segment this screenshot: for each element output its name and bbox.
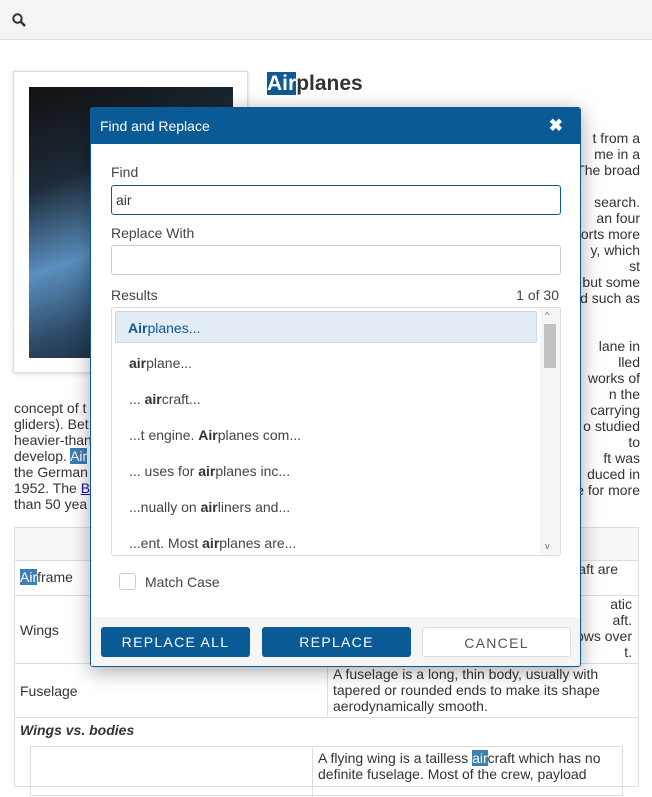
article-text-fragment: lled <box>618 354 640 370</box>
article-text-fragment: search. <box>594 194 640 210</box>
article-text-fragment: o studied <box>583 418 640 434</box>
result-suffix: planes com... <box>217 427 301 443</box>
article-text-fragment: duced in <box>587 466 640 482</box>
line-text: than 50 yea <box>14 496 88 512</box>
scrollbar-thumb[interactable] <box>544 324 556 368</box>
result-suffix: plane... <box>146 355 193 371</box>
article-text-fragment: carrying <box>590 402 640 418</box>
result-prefix: ... <box>129 391 145 407</box>
article-text-fragment: d such as <box>580 290 640 306</box>
result-suffix: liners and... <box>217 499 291 515</box>
results-list: Airplanes... airplane...... aircraft.....… <box>111 307 561 556</box>
article-text-fragment: an four <box>596 210 640 226</box>
result-suffix: planes are... <box>219 535 297 551</box>
article-text-fragment: orts more <box>580 226 640 242</box>
result-match: air <box>144 391 162 407</box>
article-text-fragment: me in a <box>594 146 640 162</box>
article-text-fragment: to <box>628 434 640 450</box>
find-replace-dialog: Find and Replace ✖ Find Replace With Res… <box>90 107 581 667</box>
result-match: Air <box>198 427 218 443</box>
find-label: Find <box>111 164 139 180</box>
article-text-line: concept of t <box>14 400 86 416</box>
article-text-line: heavier-than <box>14 432 92 448</box>
match-case-label[interactable]: Match Case <box>145 574 220 590</box>
result-prefix: ...nually on <box>129 499 201 515</box>
close-icon[interactable]: ✖ <box>549 116 563 136</box>
result-match: Air <box>128 320 148 336</box>
result-item[interactable]: Airplanes... <box>115 311 537 343</box>
result-item[interactable]: ... aircraft... <box>115 381 537 417</box>
scrollbar[interactable]: ^ v <box>540 308 560 555</box>
result-suffix: craft... <box>161 391 201 407</box>
search-icon[interactable] <box>12 13 26 27</box>
article-text-fragment: st <box>629 258 640 274</box>
article-text-fragment: t from a <box>592 130 640 146</box>
result-item[interactable]: airplane... <box>115 345 537 381</box>
result-prefix: ...t engine. <box>129 427 199 443</box>
row-label: Wings <box>20 622 59 638</box>
nested-desc: A flying wing is a tailless aircraft whi… <box>312 747 605 797</box>
replace-label: Replace With <box>111 225 195 241</box>
result-prefix: ...ent. Most <box>129 535 203 551</box>
article-text-fragment: e for more <box>576 482 640 498</box>
article-text-line: develop. Air <box>14 448 88 464</box>
article-text-fragment: lane in <box>598 338 640 354</box>
result-item[interactable]: ...ent. Most airplanes are... <box>115 525 537 555</box>
line-text: gliders). Bet <box>14 416 89 432</box>
row-label: Fuselage <box>20 683 78 699</box>
line-text: develop. <box>14 448 71 464</box>
dialog-title: Find and Replace <box>100 118 210 134</box>
result-suffix: planes... <box>147 320 201 336</box>
article-link[interactable]: B <box>81 480 90 496</box>
line-text: the German <box>14 464 88 480</box>
result-item[interactable]: ... uses for airplanes inc... <box>115 453 537 489</box>
scroll-up-icon[interactable]: ^ <box>545 310 549 320</box>
article-text-fragment: but some <box>582 274 640 290</box>
result-prefix: ... uses for <box>129 463 199 479</box>
line-text: 1952. The <box>14 480 81 496</box>
find-input[interactable] <box>111 185 561 215</box>
result-match: air <box>129 355 147 371</box>
cancel-button[interactable]: CANCEL <box>422 627 571 657</box>
toolbar <box>0 0 652 40</box>
replace-input[interactable] <box>111 245 561 275</box>
line-text: concept of t <box>14 400 87 416</box>
article-text-fragment: ft was <box>603 450 640 466</box>
nested-table: A flying wing is a tailless aircraft whi… <box>30 746 623 797</box>
row-label: Airframe <box>20 569 73 585</box>
table-row: Fuselage A fuselage is a long, thin body… <box>15 663 638 718</box>
section-heading: Wings vs. bodies <box>20 722 135 738</box>
result-item[interactable]: ...nually on airliners and... <box>115 489 537 525</box>
article-text-fragment: The broad <box>576 162 640 178</box>
dialog-header: Find and Replace ✖ <box>91 108 580 144</box>
article-text-line: 1952. The B <box>14 480 90 496</box>
page-title: Airplanes <box>267 72 363 95</box>
article-text-fragment: n the <box>608 386 640 402</box>
article-text-fragment: y, which <box>590 242 640 258</box>
article-text-line: gliders). Bet <box>14 416 89 432</box>
search-highlight: Air <box>70 448 88 464</box>
article-text-line: the German <box>14 464 88 480</box>
article-text-line: than 50 yea <box>14 496 87 512</box>
match-case-checkbox[interactable] <box>119 573 136 590</box>
result-match: air <box>200 499 218 515</box>
replace-all-button[interactable]: REPLACE ALL <box>101 627 250 657</box>
result-match: air <box>198 463 216 479</box>
article-text-fragment: works of <box>587 370 640 386</box>
results-label: Results <box>111 287 158 303</box>
scroll-down-icon[interactable]: v <box>545 541 550 551</box>
results-count: 1 of 30 <box>516 287 559 303</box>
row-desc: A fuselage is a long, thin body, usually… <box>327 666 600 718</box>
result-suffix: planes inc... <box>215 463 291 479</box>
line-text: heavier-than <box>14 432 92 448</box>
result-item[interactable]: ...t engine. Airplanes com... <box>115 417 537 453</box>
table-section: Wings vs. bodies A flying wing is a tail… <box>15 717 638 797</box>
result-match: air <box>202 535 220 551</box>
replace-button[interactable]: REPLACE <box>262 627 411 657</box>
